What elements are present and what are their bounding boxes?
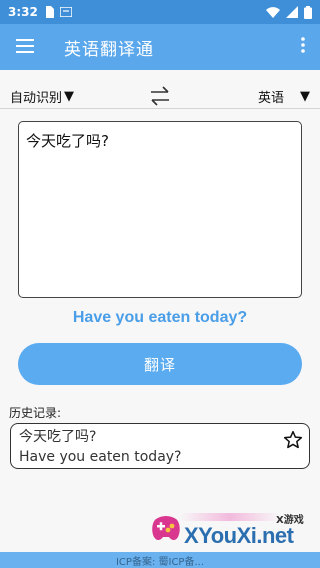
source-text: 今天吃了吗?: [26, 132, 109, 150]
status-time: 3:32: [8, 5, 38, 19]
source-text-input[interactable]: 今天吃了吗?: [18, 121, 302, 298]
target-language-label: 英语: [257, 90, 284, 106]
star-icon[interactable]: [283, 430, 303, 456]
history-source-text: 今天吃了吗?: [19, 429, 97, 445]
divider: [0, 108, 320, 109]
watermark-glow: [180, 513, 280, 521]
watermark-brand: XYouXi.net: [184, 523, 294, 548]
history-label: 历史记录:: [9, 406, 62, 420]
target-language-select[interactable]: 英语 ▼: [258, 87, 310, 106]
dropdown-triangle-icon: ▼: [300, 88, 310, 104]
icp-footer: ICP备案: 蜀ICP备...: [0, 552, 320, 568]
app-title: 英语翻译通: [64, 39, 154, 60]
language-selector-row: 自动识别 ▼ 英语 ▼: [10, 84, 310, 108]
signal-icon: [286, 6, 298, 18]
source-language-label: 自动识别: [10, 90, 63, 106]
history-item[interactable]: 今天吃了吗? Have you eaten today?: [10, 423, 310, 469]
wifi-icon: [266, 6, 280, 18]
menu-button[interactable]: [0, 24, 50, 70]
gamepad-logo-icon: [152, 516, 180, 541]
history-translation-text: Have you eaten today?: [19, 449, 182, 465]
battery-icon: [304, 5, 312, 19]
source-language-select[interactable]: 自动识别 ▼: [10, 87, 74, 106]
translate-button[interactable]: 翻译: [18, 343, 302, 385]
translate-button-label: 翻译: [143, 355, 176, 374]
dropdown-triangle-icon: ▼: [64, 88, 75, 104]
swap-arrows-icon: [151, 86, 169, 106]
app-bar: 英语翻译通: [0, 24, 320, 70]
notification-icon: [59, 7, 72, 17]
more-vert-icon: [301, 37, 305, 57]
status-bar: 3:32: [0, 0, 320, 24]
watermark: X游戏 XYouXi.net: [150, 505, 320, 550]
hamburger-icon: [16, 38, 34, 57]
sim-icon: [44, 6, 54, 18]
swap-languages-button[interactable]: [148, 84, 172, 108]
more-options-button[interactable]: [286, 24, 320, 70]
translation-result: Have you eaten today?: [72, 309, 248, 326]
